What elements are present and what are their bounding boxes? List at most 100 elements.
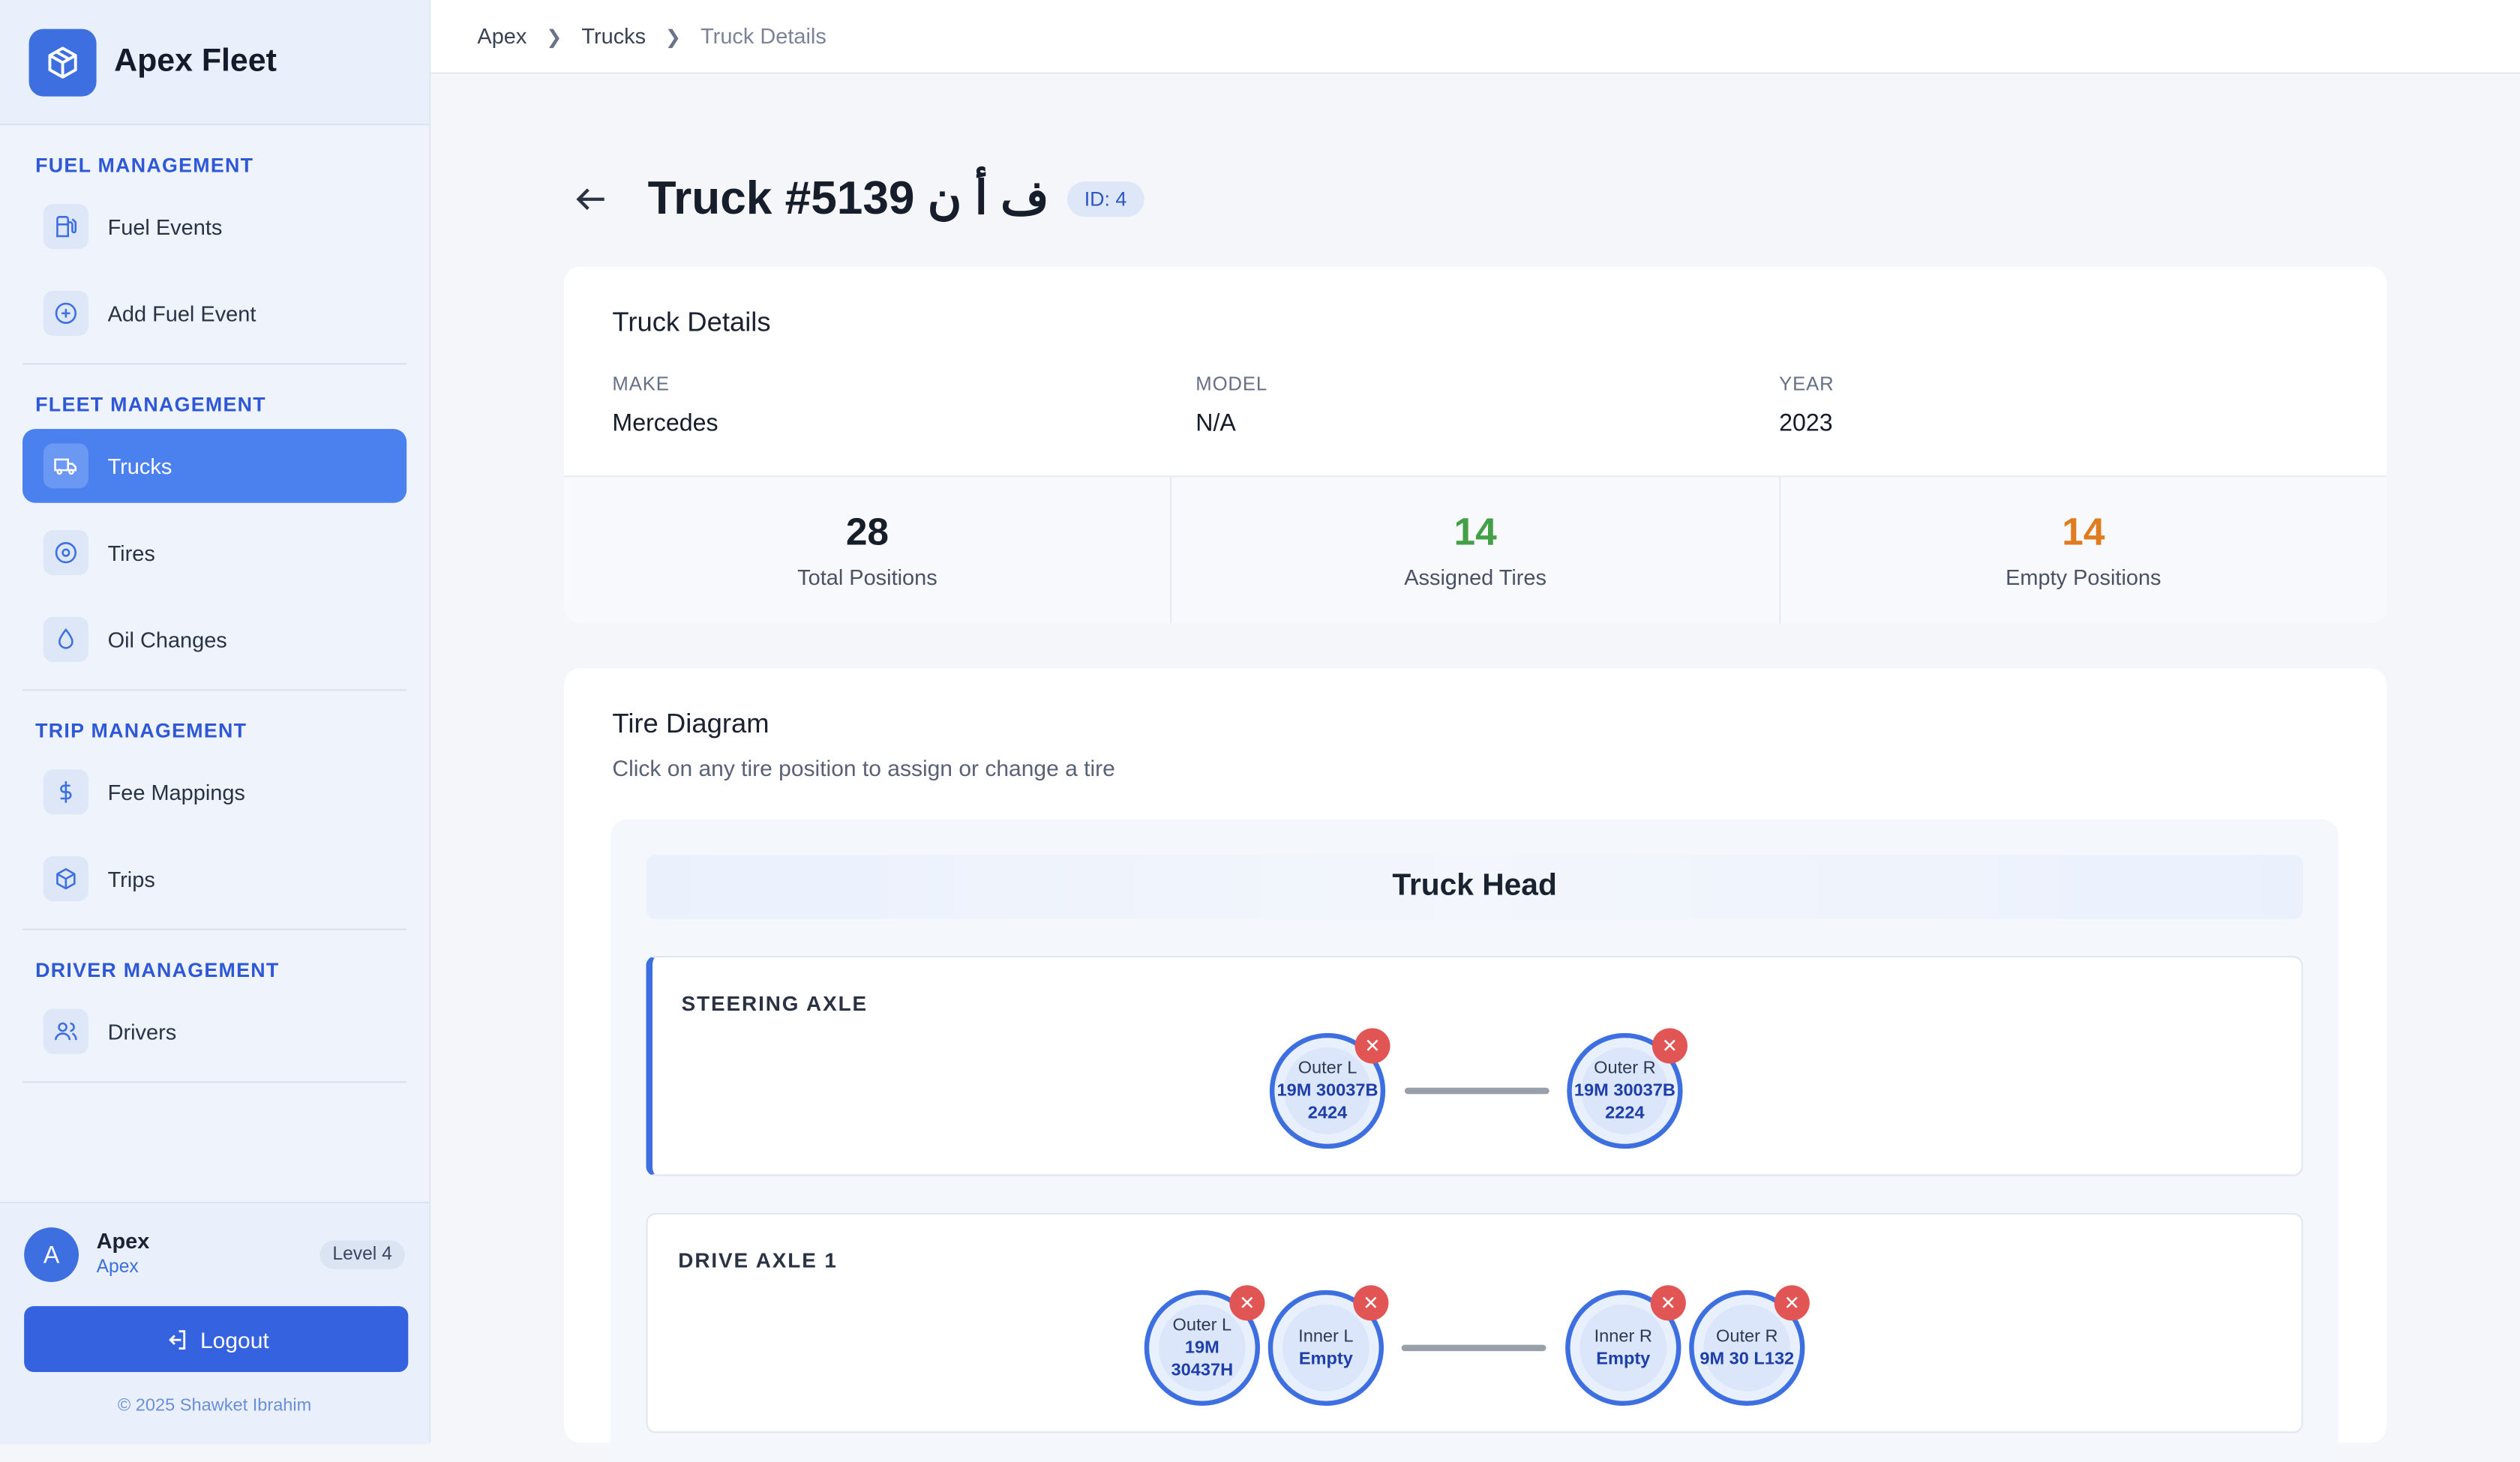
breadcrumb-item-current: Truck Details (700, 24, 826, 49)
dollar-icon (43, 769, 88, 815)
tire-serial: 9M 30 L132 (1700, 1348, 1795, 1368)
brand-header[interactable]: Apex Fleet (0, 0, 430, 126)
tire-serial: 19M (1184, 1337, 1220, 1357)
tire-empty-label: Empty (1596, 1348, 1651, 1368)
chevron-right-icon: ❯ (546, 25, 562, 48)
breadcrumb: Apex ❯ Trucks ❯ Truck Details (430, 0, 2520, 74)
user-panel: A Apex Apex Level 4 Logout © 2025 Shawke… (0, 1201, 430, 1445)
users-icon (43, 1008, 88, 1054)
make-value: Mercedes (612, 409, 718, 437)
tire-serial: 30437H (1171, 1359, 1234, 1380)
tire-serial: 19M 30037B (1574, 1080, 1676, 1100)
remove-tire-button[interactable]: ✕ (1353, 1285, 1389, 1321)
remove-tire-button[interactable]: ✕ (1229, 1285, 1265, 1321)
axle-connector (1404, 1087, 1550, 1095)
chevron-right-icon: ❯ (664, 25, 682, 48)
box-icon (43, 856, 88, 902)
breadcrumb-item-trucks[interactable]: Trucks (581, 24, 646, 48)
drive-axle-1: DRIVE AXLE 1 Outer L 19M 30437H ✕ Inner … (646, 1212, 2303, 1434)
avatar[interactable]: A (24, 1227, 80, 1282)
tire-position-label: Outer L (1172, 1314, 1232, 1335)
main-content: Truck #5139 ف أ ن ID: 4 Truck Details MA… (430, 73, 2520, 1462)
sidebar-item-label: Trucks (107, 454, 172, 478)
breadcrumb-item-apex[interactable]: Apex (477, 24, 526, 48)
sidebar-nav: FUEL MANAGEMENT Fuel Events Add Fuel Eve… (0, 125, 429, 1083)
section-title-trip: TRIP MANAGEMENT (35, 720, 248, 742)
sidebar-item-fee-mappings[interactable]: Fee Mappings (22, 755, 406, 829)
sidebar-item-label: Oil Changes (107, 627, 227, 652)
tire-position-outer-left[interactable]: Outer L 19M 30437H ✕ (1144, 1285, 1265, 1406)
stat-label: Assigned Tires (1404, 565, 1546, 590)
sidebar-item-label: Drivers (107, 1019, 177, 1044)
tire-position-label: Inner L (1298, 1326, 1354, 1346)
axle-title: STEERING AXLE (681, 991, 868, 1016)
box-icon (28, 28, 97, 96)
tire-position-inner-left[interactable]: Inner L Empty ✕ (1268, 1285, 1389, 1406)
sidebar-item-label: Trips (107, 867, 155, 891)
page-title: Truck #5139 ف أ ن (647, 173, 1049, 225)
stat-label: Empty Positions (2006, 565, 2162, 590)
remove-tire-button[interactable]: ✕ (1650, 1285, 1686, 1321)
steering-axle: STEERING AXLE Outer L 19M 30037B 2424 ✕ … (646, 956, 2303, 1176)
remove-tire-button[interactable]: ✕ (1774, 1285, 1810, 1321)
card-title: Tire Diagram (612, 709, 770, 739)
id-badge: ID: 4 (1066, 181, 1144, 217)
section-title-fuel: FUEL MANAGEMENT (35, 154, 254, 177)
sidebar-item-drivers[interactable]: Drivers (22, 994, 406, 1068)
sidebar-item-add-fuel-event[interactable]: Add Fuel Event (22, 277, 406, 351)
stat-empty-positions: 14 Empty Positions (1780, 477, 2387, 623)
remove-tire-button[interactable]: ✕ (1652, 1028, 1688, 1064)
plus-circle-icon (43, 290, 88, 336)
sidebar-item-oil-changes[interactable]: Oil Changes (22, 603, 406, 677)
axle-connector (1401, 1344, 1546, 1352)
back-arrow-icon[interactable] (572, 179, 610, 217)
logout-icon (164, 1326, 189, 1352)
sidebar: Apex Fleet FUEL MANAGEMENT Fuel Events A… (0, 0, 431, 1445)
logout-button[interactable]: Logout (24, 1306, 409, 1372)
sidebar-item-label: Fuel Events (107, 214, 223, 239)
sidebar-item-label: Fee Mappings (107, 780, 245, 804)
card-subtitle: Click on any tire position to assign or … (612, 755, 1115, 781)
make-label: MAKE (612, 373, 670, 396)
level-badge: Level 4 (320, 1240, 405, 1269)
tire-serial: 2424 (1307, 1103, 1348, 1122)
tire-position-label: Outer R (1594, 1058, 1656, 1077)
tire-empty-label: Empty (1298, 1348, 1353, 1368)
section-title-driver: DRIVER MANAGEMENT (35, 959, 280, 982)
remove-tire-button[interactable]: ✕ (1354, 1028, 1390, 1064)
tire-position-label: Outer R (1716, 1326, 1778, 1346)
year-label: YEAR (1779, 373, 1834, 396)
divider (22, 1081, 407, 1083)
sidebar-item-trucks[interactable]: Trucks (22, 429, 407, 503)
card-title: Truck Details (612, 307, 771, 337)
tire-position-label: Inner R (1594, 1326, 1652, 1346)
stat-label: Total Positions (797, 565, 938, 590)
stats-row: 28 Total Positions 14 Assigned Tires 14 … (564, 475, 2387, 624)
sidebar-item-tires[interactable]: Tires (22, 516, 406, 590)
stat-value: 14 (2062, 511, 2105, 555)
sidebar-item-label: Tires (107, 541, 155, 565)
tire-position-label: Outer L (1298, 1058, 1358, 1077)
tire-position-outer-right[interactable]: Outer R 9M 30 L132 ✕ (1689, 1285, 1810, 1406)
tire-serial: 19M 30037B (1276, 1080, 1378, 1100)
tire-diagram: Truck Head STEERING AXLE Outer L 19M 300… (610, 819, 2338, 1462)
year-value: 2023 (1779, 409, 1833, 437)
tire-position-outer-left[interactable]: Outer L 19M 30037B 2424 ✕ (1269, 1028, 1390, 1149)
user-subtitle: Apex (96, 1257, 139, 1278)
tire-position-outer-right[interactable]: Outer R 19M 30037B 2224 ✕ (1567, 1028, 1688, 1149)
tire-diagram-card: Tire Diagram Click on any tire position … (564, 668, 2387, 1462)
copyright: © 2025 Shawket Ibrahim (117, 1396, 312, 1416)
stat-value: 28 (845, 511, 890, 555)
sidebar-item-fuel-events[interactable]: Fuel Events (22, 190, 406, 264)
tire-position-inner-right[interactable]: Inner R Empty ✕ (1565, 1285, 1686, 1406)
tire-icon (43, 530, 88, 576)
stat-value: 14 (1454, 511, 1497, 555)
user-name: Apex (96, 1229, 150, 1254)
fuel-pump-icon (43, 204, 88, 250)
stat-total-positions: 28 Total Positions (564, 477, 1172, 624)
model-label: MODEL (1196, 373, 1268, 396)
truck-details-card: Truck Details MAKE Mercedes MODEL N/A YE… (564, 266, 2387, 624)
sidebar-item-trips[interactable]: Trips (22, 842, 406, 916)
droplet-icon (43, 616, 88, 662)
tire-serial: 2224 (1605, 1103, 1645, 1122)
